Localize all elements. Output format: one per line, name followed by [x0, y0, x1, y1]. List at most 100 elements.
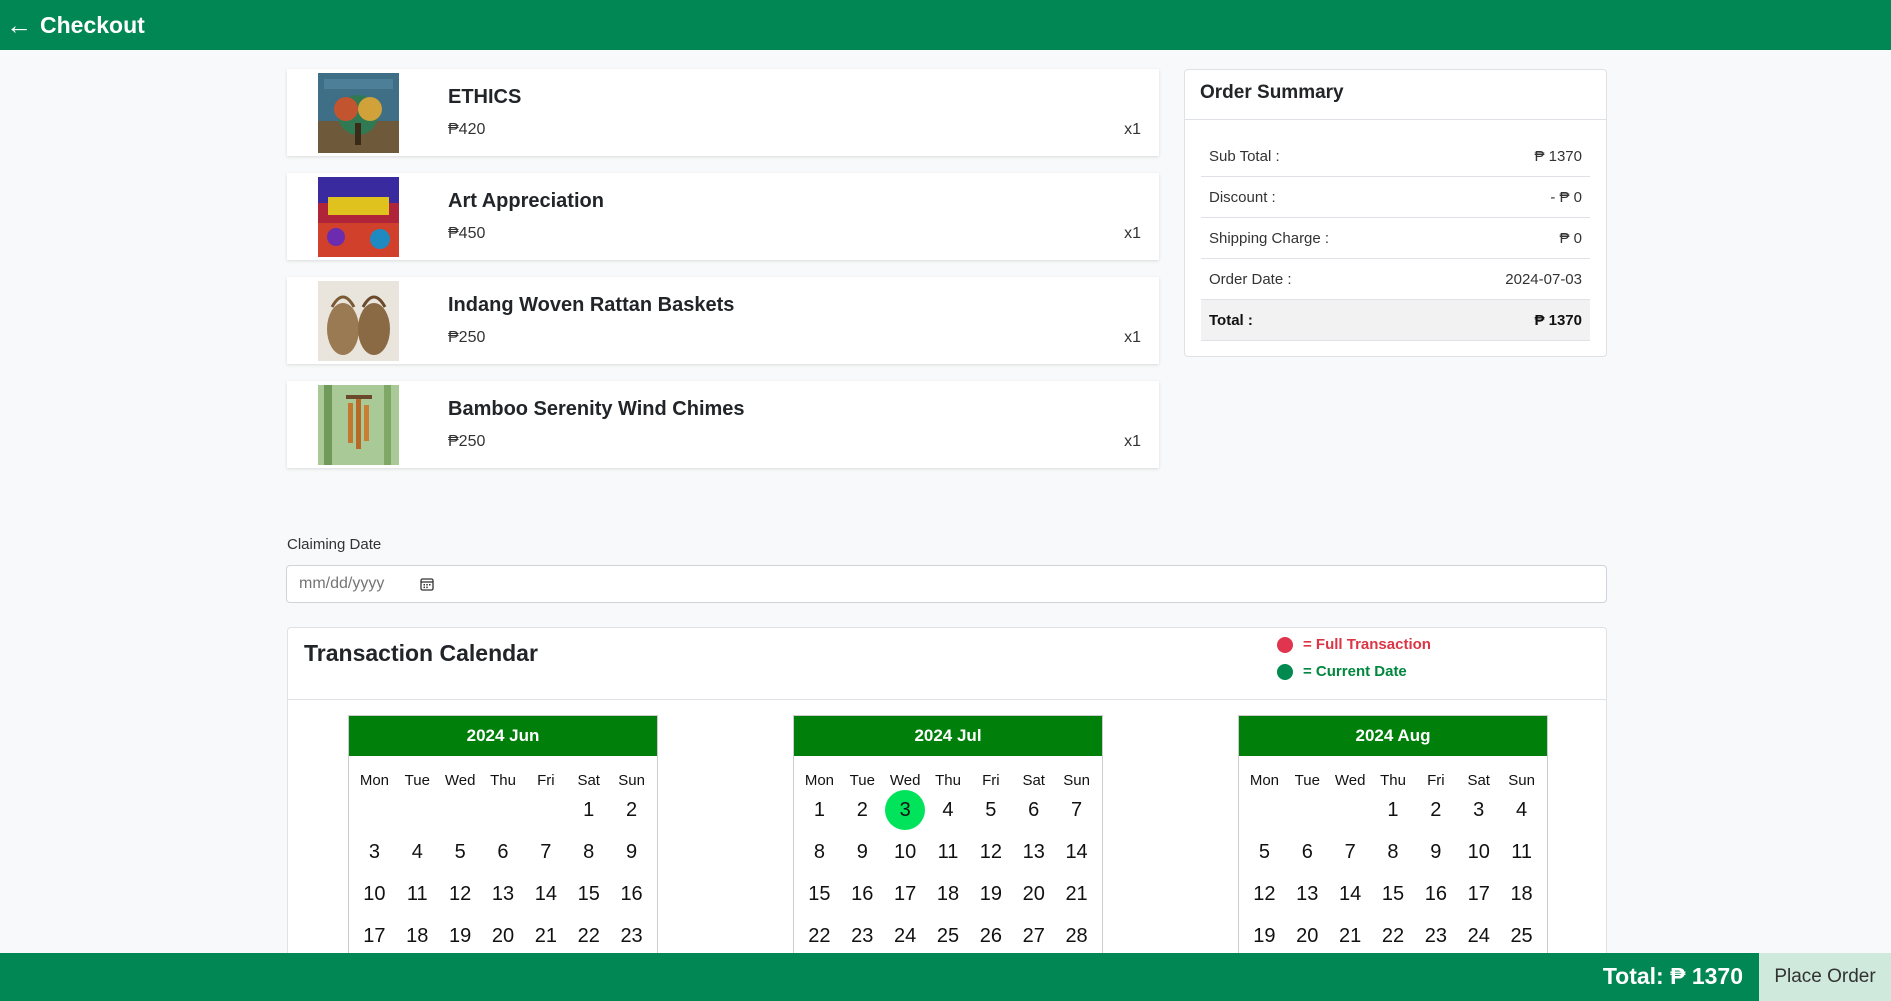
calendar-day[interactable]: 22	[798, 915, 841, 957]
calendar-day[interactable]: 17	[1457, 873, 1500, 915]
calendar-day[interactable]: 2	[610, 789, 653, 831]
weekday-label: Wed	[444, 772, 476, 789]
current-date-highlight: 3	[885, 790, 926, 830]
calendar-day[interactable]: 24	[1457, 915, 1500, 957]
calendar-day[interactable]: 21	[524, 915, 567, 957]
month-calendar-july: 2024 Jul Mon Tue Wed Thu Fri Sat Sun 123…	[793, 715, 1103, 958]
calendar-day[interactable]: 23	[841, 915, 884, 957]
calendar-day[interactable]: 14	[524, 873, 567, 915]
calendar-day[interactable]: 1	[567, 789, 610, 831]
calendar-day[interactable]: 5	[439, 831, 482, 873]
calendar-day-today[interactable]: 3	[884, 789, 927, 831]
calendar-day[interactable]: 6	[1012, 789, 1055, 831]
calendar-day[interactable]: 14	[1329, 873, 1372, 915]
calendar-day[interactable]: 1	[798, 789, 841, 831]
calendar-day[interactable]: 9	[1414, 831, 1457, 873]
calendar-day[interactable]: 10	[1457, 831, 1500, 873]
calendar-day[interactable]: 9	[610, 831, 653, 873]
calendar-day[interactable]: 10	[884, 831, 927, 873]
calendar-day[interactable]: 20	[1286, 915, 1329, 957]
place-order-button[interactable]: Place Order	[1759, 953, 1891, 1001]
weekday-label: Tue	[849, 772, 875, 789]
calendar-day[interactable]: 9	[841, 831, 884, 873]
calendar-day[interactable]: 24	[884, 915, 927, 957]
calendar-day[interactable]: 28	[1055, 915, 1098, 957]
calendar-day[interactable]: 4	[1500, 789, 1543, 831]
calendar-day[interactable]: 21	[1329, 915, 1372, 957]
calendar-day[interactable]: 8	[567, 831, 610, 873]
calendar-day[interactable]: 7	[1055, 789, 1098, 831]
calendar-day[interactable]: 20	[1012, 873, 1055, 915]
calendar-day[interactable]: 13	[482, 873, 525, 915]
calendar-day[interactable]: 16	[1414, 873, 1457, 915]
calendar-day[interactable]: 22	[567, 915, 610, 957]
calendar-day[interactable]: 12	[969, 831, 1012, 873]
calendar-day[interactable]: 11	[396, 873, 439, 915]
cart-items: ETHICS ₱420 x1 Art Appreciation ₱450 x1 …	[287, 69, 1159, 485]
calendar-day[interactable]: 14	[1055, 831, 1098, 873]
weekday-label: Sat	[1022, 772, 1045, 789]
calendar-day[interactable]: 4	[927, 789, 970, 831]
top-bar: ← Checkout	[0, 0, 1891, 50]
month-header: 2024 Aug	[1239, 716, 1547, 756]
calendar-day[interactable]: 3	[1457, 789, 1500, 831]
calendar-day[interactable]: 20	[482, 915, 525, 957]
calendar-day[interactable]: 26	[969, 915, 1012, 957]
calendar-day[interactable]: 22	[1372, 915, 1415, 957]
calendar-day[interactable]: 23	[1414, 915, 1457, 957]
calendar-day[interactable]: 19	[439, 915, 482, 957]
calendar-day[interactable]: 27	[1012, 915, 1055, 957]
calendar-day[interactable]: 7	[1329, 831, 1372, 873]
weekday-label: Fri	[982, 772, 1000, 789]
calendar-day[interactable]: 23	[610, 915, 653, 957]
calendar-day[interactable]: 5	[1243, 831, 1286, 873]
calendar-day[interactable]: 17	[884, 873, 927, 915]
calendar-day[interactable]: 12	[1243, 873, 1286, 915]
calendar-day[interactable]: 13	[1012, 831, 1055, 873]
calendar-day[interactable]: 1	[1372, 789, 1415, 831]
calendar-day[interactable]: 18	[396, 915, 439, 957]
item-quantity: x1	[1124, 225, 1141, 242]
item-quantity: x1	[1124, 329, 1141, 346]
calendar-day[interactable]: 13	[1286, 873, 1329, 915]
weekday-label: Wed	[1334, 772, 1366, 789]
calendar-day[interactable]: 21	[1055, 873, 1098, 915]
summary-value: ₱ 1370	[1534, 311, 1582, 329]
calendar-day[interactable]: 25	[1500, 915, 1543, 957]
calendar-day[interactable]: 3	[353, 831, 396, 873]
calendar-day[interactable]: 18	[927, 873, 970, 915]
item-name: Bamboo Serenity Wind Chimes	[448, 398, 745, 420]
calendar-day[interactable]: 11	[1500, 831, 1543, 873]
calendar-day[interactable]: 4	[396, 831, 439, 873]
calendar-icon[interactable]	[420, 577, 434, 591]
calendar-day[interactable]: 6	[1286, 831, 1329, 873]
summary-value: - ₱ 0	[1550, 188, 1582, 206]
calendar-day[interactable]: 15	[798, 873, 841, 915]
calendar-day[interactable]: 8	[798, 831, 841, 873]
calendar-day[interactable]: 5	[969, 789, 1012, 831]
calendar-day[interactable]: 7	[524, 831, 567, 873]
calendar-day[interactable]: 12	[439, 873, 482, 915]
claiming-date-input[interactable]	[286, 565, 1607, 603]
summary-row-total: Total : ₱ 1370	[1201, 300, 1590, 341]
calendar-day[interactable]: 11	[927, 831, 970, 873]
order-summary-title: Order Summary	[1185, 70, 1606, 120]
arrow-left-icon[interactable]: ←	[6, 12, 32, 38]
weekday-label: Mon	[804, 772, 835, 789]
calendar-day[interactable]: 19	[969, 873, 1012, 915]
weekday-label: Sat	[1467, 772, 1490, 789]
calendar-day[interactable]: 25	[927, 915, 970, 957]
calendar-day[interactable]: 18	[1500, 873, 1543, 915]
calendar-day[interactable]: 15	[1372, 873, 1415, 915]
calendar-day[interactable]: 8	[1372, 831, 1415, 873]
calendar-day[interactable]: 16	[841, 873, 884, 915]
calendar-day[interactable]: 15	[567, 873, 610, 915]
calendar-day[interactable]: 16	[610, 873, 653, 915]
calendar-day[interactable]: 10	[353, 873, 396, 915]
calendar-day[interactable]: 2	[841, 789, 884, 831]
calendar-day[interactable]: 6	[482, 831, 525, 873]
calendar-day[interactable]: 2	[1414, 789, 1457, 831]
calendar-day[interactable]: 17	[353, 915, 396, 957]
calendar-day[interactable]: 19	[1243, 915, 1286, 957]
cart-item: Art Appreciation ₱450 x1	[287, 173, 1159, 260]
